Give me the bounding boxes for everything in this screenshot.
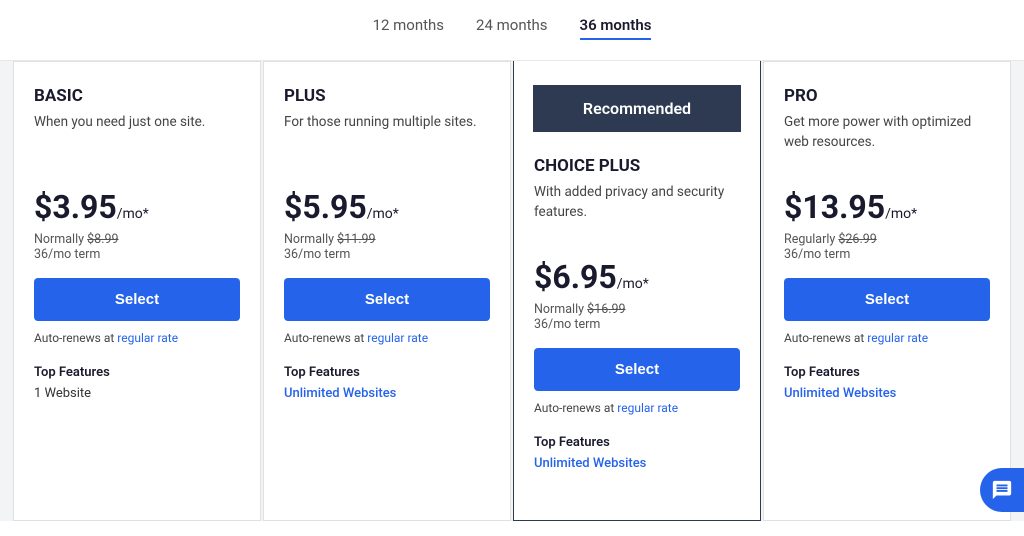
plan-basic-features-label: Top Features — [34, 365, 240, 380]
plan-basic-term: 36/mo term — [34, 247, 240, 262]
plan-basic-regular-rate-link[interactable]: regular rate — [117, 331, 178, 345]
plan-choice-plus-per: /mo* — [617, 276, 649, 292]
plan-choice-plus-name: CHOICE PLUS — [534, 156, 740, 176]
plan-pro-per: /mo* — [885, 206, 917, 222]
plan-plus-feature-1: Unlimited Websites — [284, 386, 490, 401]
plan-plus-autorenew: Auto-renews at regular rate — [284, 331, 490, 345]
select-button-plus[interactable]: Select — [284, 278, 490, 321]
recommended-banner: Recommended — [533, 85, 741, 132]
plan-plus: PLUS For those running multiple sites. $… — [263, 61, 511, 521]
tab-36months[interactable]: 36 months — [580, 16, 652, 40]
plan-basic-price: $3.95 — [34, 188, 117, 226]
plan-pro-name: PRO — [784, 86, 990, 106]
plan-basic-desc: When you need just one site. — [34, 112, 240, 168]
plan-basic-autorenew: Auto-renews at regular rate — [34, 331, 240, 345]
plan-basic: BASIC When you need just one site. $3.95… — [13, 61, 261, 521]
tab-24months[interactable]: 24 months — [476, 16, 547, 40]
plan-choice-plus-price: $6.95 — [534, 258, 617, 296]
period-selector: 12 months 24 months 36 months — [0, 0, 1024, 61]
plan-plus-price-block: $5.95/mo* — [284, 188, 490, 226]
plan-pro: PRO Get more power with optimized web re… — [763, 61, 1011, 521]
plan-choice-plus-term: 36/mo term — [534, 317, 740, 332]
tab-12months[interactable]: 12 months — [373, 16, 444, 40]
plan-pro-normal: Regularly $26.99 — [784, 232, 990, 247]
plan-plus-normal: Normally $11.99 — [284, 232, 490, 247]
plan-choice-plus-desc: With added privacy and security features… — [534, 182, 740, 238]
plan-choice-plus-features-label: Top Features — [534, 435, 740, 450]
plan-choice-plus: Recommended CHOICE PLUS With added priva… — [513, 61, 761, 521]
plan-pro-regular-rate-link[interactable]: regular rate — [867, 331, 928, 345]
plan-basic-name: BASIC — [34, 86, 240, 106]
plan-pro-term: 36/mo term — [784, 247, 990, 262]
plan-plus-per: /mo* — [367, 206, 399, 222]
chat-bubble[interactable] — [980, 468, 1024, 512]
plan-pro-price-block: $13.95/mo* — [784, 188, 990, 226]
plan-pro-price: $13.95 — [784, 188, 885, 226]
plan-basic-feature-1: 1 Website — [34, 386, 240, 401]
plan-plus-desc: For those running multiple sites. — [284, 112, 490, 168]
plan-pro-autorenew: Auto-renews at regular rate — [784, 331, 990, 345]
chat-icon — [991, 479, 1013, 501]
plan-basic-per: /mo* — [117, 206, 149, 222]
plan-plus-price: $5.95 — [284, 188, 367, 226]
plan-choice-plus-price-block: $6.95/mo* — [534, 258, 740, 296]
select-button-basic[interactable]: Select — [34, 278, 240, 321]
plan-plus-features-label: Top Features — [284, 365, 490, 380]
plan-choice-plus-autorenew: Auto-renews at regular rate — [534, 401, 740, 415]
plan-pro-feature-1: Unlimited Websites — [784, 386, 990, 401]
select-button-choice-plus[interactable]: Select — [534, 348, 740, 391]
plan-basic-normal: Normally $8.99 — [34, 232, 240, 247]
plan-plus-name: PLUS — [284, 86, 490, 106]
plan-plus-term: 36/mo term — [284, 247, 490, 262]
select-button-pro[interactable]: Select — [784, 278, 990, 321]
plan-pro-features-label: Top Features — [784, 365, 990, 380]
plan-choice-plus-feature-1: Unlimited Websites — [534, 456, 740, 471]
plan-choice-plus-normal: Normally $16.99 — [534, 302, 740, 317]
plan-choice-plus-regular-rate-link[interactable]: regular rate — [617, 401, 678, 415]
plan-pro-desc: Get more power with optimized web resour… — [784, 112, 990, 168]
pricing-plans: BASIC When you need just one site. $3.95… — [0, 61, 1024, 521]
plan-plus-regular-rate-link[interactable]: regular rate — [367, 331, 428, 345]
plan-basic-price-block: $3.95/mo* — [34, 188, 240, 226]
